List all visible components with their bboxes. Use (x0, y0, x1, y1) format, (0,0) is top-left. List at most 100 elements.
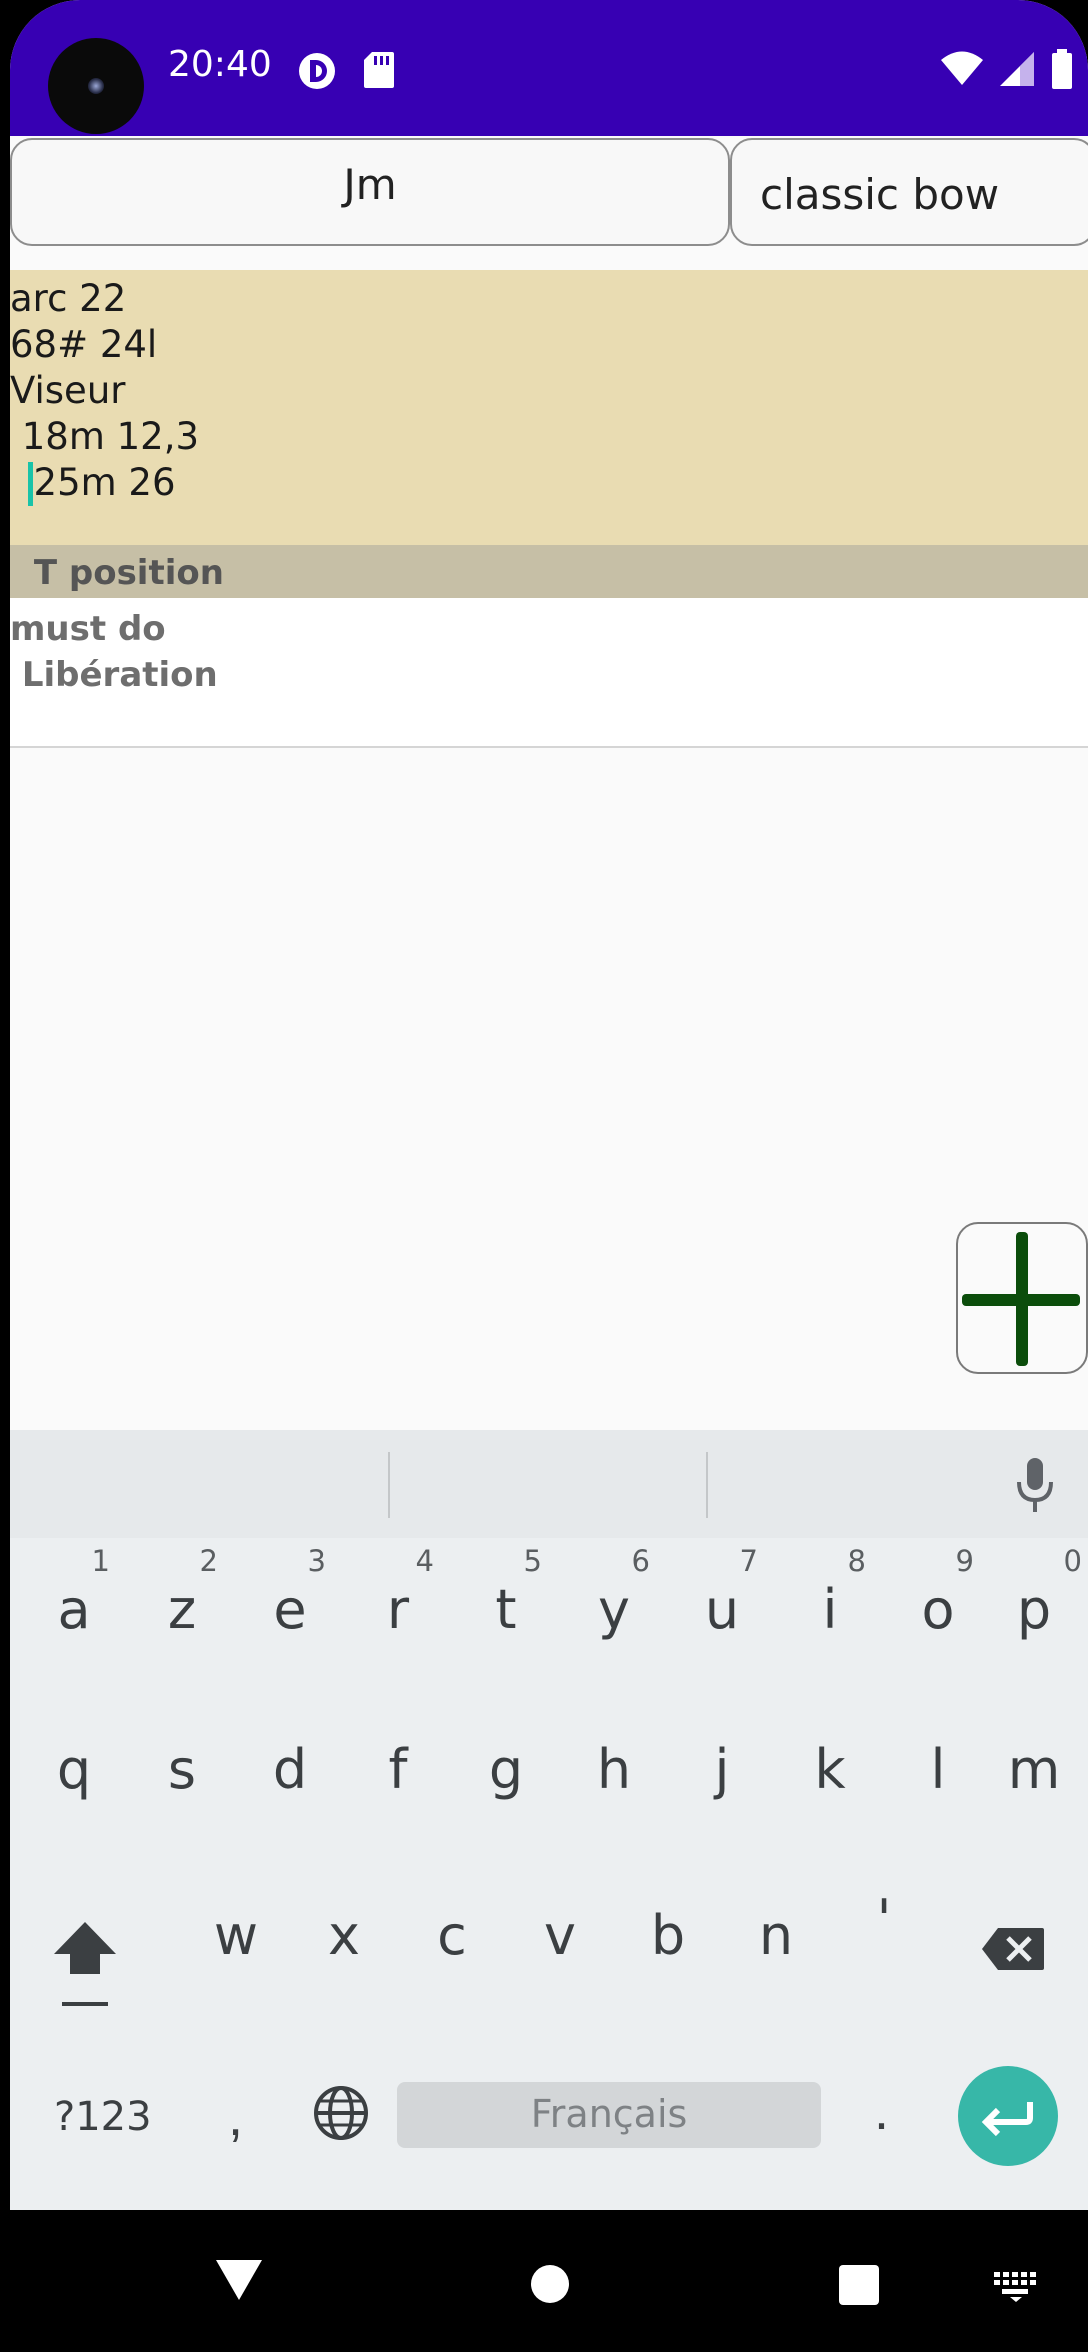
suggestion-divider (706, 1452, 708, 1518)
key-hint: 7 (739, 1544, 758, 1578)
status-bar: 20:40 (10, 0, 1088, 136)
key-b[interactable]: b (614, 1866, 722, 2016)
enter-arrow-icon (981, 2102, 1033, 2137)
list-item[interactable]: Libération (10, 652, 1088, 698)
key-t[interactable]: 5t (452, 1538, 560, 1688)
signal-icon (998, 50, 1036, 93)
key-hint: 1 (91, 1544, 110, 1578)
camera-cutout (48, 38, 144, 134)
user-button[interactable]: Jm (10, 138, 730, 246)
key-f[interactable]: f (344, 1700, 452, 1850)
key-y[interactable]: 6y (560, 1538, 668, 1688)
globe-icon[interactable] (312, 2084, 370, 2147)
key-apostrophe[interactable]: ' (830, 1850, 938, 2000)
key-label: u (704, 1578, 740, 1641)
key-d[interactable]: d (236, 1700, 344, 1850)
backspace-key[interactable] (980, 1926, 1046, 1977)
key-i[interactable]: 8i (776, 1538, 884, 1688)
notes-text-area[interactable]: arc 22 68# 24l Viseur 18m 12,3 25m 26 (10, 270, 1088, 545)
data-saver-icon (296, 50, 338, 97)
key-label: ' (876, 1888, 892, 1951)
notes-line: arc 22 (10, 277, 127, 320)
key-label: y (598, 1578, 630, 1641)
key-hint: 9 (955, 1544, 974, 1578)
key-m[interactable]: m (980, 1700, 1088, 1850)
key-c[interactable]: c (398, 1866, 506, 2016)
app-window: 20:40 Jm classic bow arc 22 68# 24l Vise… (10, 0, 1088, 2210)
key-n[interactable]: n (722, 1866, 830, 2016)
shift-arrow-icon (54, 1922, 116, 1974)
suggestion-strip (10, 1430, 1088, 1538)
key-label: w (213, 1904, 259, 1967)
period-key[interactable]: . (874, 2080, 889, 2142)
key-label: f (388, 1738, 408, 1801)
key-j[interactable]: j (668, 1700, 776, 1850)
add-button[interactable] (956, 1222, 1088, 1374)
status-right-icons (940, 48, 1074, 95)
navigation-bar (0, 2210, 1088, 2352)
bow-button[interactable]: classic bow (730, 138, 1088, 246)
key-label: l (930, 1738, 946, 1801)
sd-card-icon (362, 50, 396, 95)
plus-icon (962, 1232, 1080, 1366)
enter-key[interactable] (958, 2066, 1058, 2166)
key-q[interactable]: q (20, 1700, 128, 1850)
key-hint: 8 (847, 1544, 866, 1578)
space-key[interactable]: Français (397, 2082, 821, 2148)
key-o[interactable]: 9o (884, 1538, 992, 1688)
list-item[interactable]: must do (10, 606, 1088, 652)
item-list[interactable]: must do Libération (10, 598, 1088, 748)
key-label: o (921, 1578, 955, 1641)
section-header[interactable]: T position (10, 545, 1088, 598)
key-e[interactable]: 3e (236, 1538, 344, 1688)
soft-keyboard: 1a 2z 3e 4r 5t 6y 7u 8i 9o 0p q s d f g … (10, 1430, 1088, 2210)
key-x[interactable]: x (290, 1866, 398, 2016)
key-hint: 0 (1063, 1544, 1082, 1578)
notes-line: 25m 26 (10, 461, 176, 504)
key-p[interactable]: 0p (980, 1538, 1088, 1688)
home-icon[interactable] (530, 2264, 570, 2309)
key-r[interactable]: 4r (344, 1538, 452, 1688)
key-k[interactable]: k (776, 1700, 884, 1850)
text-cursor (28, 462, 33, 506)
key-label: j (714, 1738, 730, 1801)
key-h[interactable]: h (560, 1700, 668, 1850)
microphone-icon[interactable] (1016, 1458, 1054, 1519)
key-s[interactable]: s (128, 1700, 236, 1850)
key-label: m (1007, 1738, 1061, 1801)
battery-icon (1050, 48, 1074, 95)
symbols-key[interactable]: ?123 (54, 2094, 152, 2140)
key-label: k (814, 1738, 846, 1801)
key-l[interactable]: l (884, 1700, 992, 1850)
keyboard-switch-icon[interactable] (994, 2272, 1038, 2307)
key-label: p (1016, 1578, 1052, 1641)
comma-key[interactable]: , (228, 2086, 243, 2148)
key-hint: 6 (631, 1544, 650, 1578)
key-label: z (167, 1578, 197, 1641)
top-bar: Jm classic bow (10, 136, 1088, 248)
screen: 20:40 Jm classic bow arc 22 68# 24l Vise… (0, 0, 1088, 2352)
back-icon[interactable] (214, 2258, 264, 2307)
key-label: s (167, 1738, 197, 1801)
key-z[interactable]: 2z (128, 1538, 236, 1688)
recents-icon[interactable] (838, 2264, 880, 2311)
key-hint: 2 (199, 1544, 218, 1578)
key-label: d (272, 1738, 308, 1801)
key-u[interactable]: 7u (668, 1538, 776, 1688)
key-v[interactable]: v (506, 1866, 614, 2016)
key-label: c (437, 1904, 467, 1967)
shift-key[interactable] (52, 1920, 118, 1983)
key-g[interactable]: g (452, 1700, 560, 1850)
key-label: a (57, 1578, 91, 1641)
key-a[interactable]: 1a (20, 1538, 128, 1688)
backspace-icon (982, 1928, 1044, 1970)
suggestion-divider (388, 1452, 390, 1518)
key-label: e (273, 1578, 307, 1641)
key-w[interactable]: w (182, 1866, 290, 2016)
key-label: i (822, 1578, 838, 1641)
key-label: t (495, 1578, 517, 1641)
key-label: x (328, 1904, 360, 1967)
wifi-icon (940, 51, 984, 92)
shift-indicator (62, 2002, 108, 2006)
key-hint: 4 (415, 1544, 434, 1578)
